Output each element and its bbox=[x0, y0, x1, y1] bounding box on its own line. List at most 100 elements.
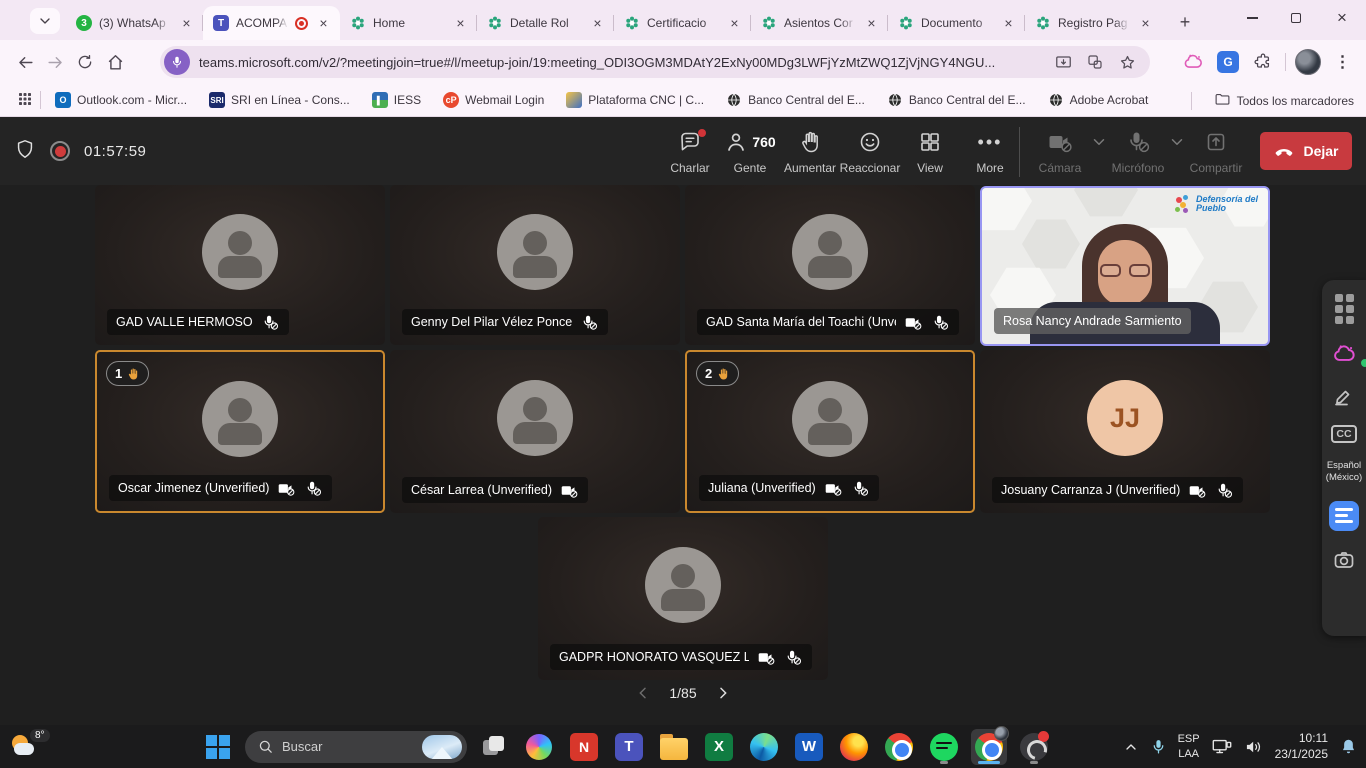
chrome-profile-button-active[interactable] bbox=[971, 729, 1007, 765]
weather-extension-icon[interactable] bbox=[1180, 49, 1206, 75]
copilot-button[interactable] bbox=[521, 729, 557, 765]
home-button[interactable] bbox=[100, 47, 130, 77]
address-bar[interactable]: teams.microsoft.com/v2/?meetingjoin=true… bbox=[160, 46, 1150, 78]
participant-tile[interactable]: GADPR HONORATO VASQUEZ LIC. VI... bbox=[538, 517, 828, 680]
language-indicator[interactable]: ESPLAA bbox=[1178, 732, 1200, 761]
close-icon[interactable]: × bbox=[726, 15, 743, 32]
screenshot-camera-button[interactable] bbox=[1329, 548, 1359, 572]
weather-widget[interactable]: 8° bbox=[10, 729, 50, 761]
bookmark-webmail[interactable]: cPWebmail Login bbox=[443, 92, 544, 108]
url-text[interactable]: teams.microsoft.com/v2/?meetingjoin=true… bbox=[199, 55, 1044, 70]
chrome-button[interactable] bbox=[881, 729, 917, 765]
window-restore-button[interactable] bbox=[1274, 0, 1318, 36]
bookmark-bce-1[interactable]: Banco Central del E... bbox=[726, 92, 865, 108]
obs-button[interactable] bbox=[1016, 729, 1052, 765]
translate-extension-icon[interactable]: G bbox=[1215, 49, 1241, 75]
participant-tile-hand-raised[interactable]: 1 Oscar Jimenez (Unverified) bbox=[95, 350, 385, 513]
highlighter-icon[interactable] bbox=[1329, 384, 1359, 408]
participant-tile-hand-raised[interactable]: 2 Juliana (Unverified) bbox=[685, 350, 975, 513]
react-button[interactable]: Reaccionar bbox=[840, 125, 900, 175]
back-button[interactable] bbox=[10, 47, 40, 77]
view-button[interactable]: View bbox=[900, 125, 960, 175]
mic-in-use-icon[interactable] bbox=[1150, 738, 1167, 755]
mic-button[interactable]: Micrófono bbox=[1108, 125, 1168, 175]
close-icon[interactable]: × bbox=[178, 15, 195, 32]
tray-overflow-chevron[interactable] bbox=[1123, 739, 1139, 755]
bookmark-star-icon[interactable] bbox=[1114, 49, 1140, 75]
transcript-list-button[interactable] bbox=[1329, 501, 1359, 531]
tab-asientos[interactable]: Asientos Cor × bbox=[751, 6, 888, 40]
tab-detalle-rol[interactable]: Detalle Rol × bbox=[477, 6, 614, 40]
share-button[interactable]: Compartir bbox=[1186, 125, 1246, 175]
mic-permission-icon[interactable] bbox=[164, 49, 190, 75]
bookmark-acrobat[interactable]: Adobe Acrobat bbox=[1048, 92, 1149, 108]
volume-icon[interactable] bbox=[1244, 737, 1264, 757]
tab-home[interactable]: Home × bbox=[340, 6, 477, 40]
translate-icon[interactable] bbox=[1082, 49, 1108, 75]
tab-search-button[interactable] bbox=[30, 8, 60, 34]
excel-button[interactable]: X bbox=[701, 729, 737, 765]
close-icon[interactable]: × bbox=[315, 15, 332, 32]
participant-tile[interactable]: César Larrea (Unverified) bbox=[390, 350, 680, 513]
clock[interactable]: 10:1123/1/2025 bbox=[1275, 731, 1328, 762]
apps-grid-icon[interactable] bbox=[16, 90, 34, 111]
camera-options-chevron[interactable] bbox=[1090, 133, 1108, 156]
camera-button[interactable]: Cámara bbox=[1030, 125, 1090, 175]
close-icon[interactable]: × bbox=[1000, 15, 1017, 32]
raise-hand-button[interactable]: Aumentar bbox=[780, 125, 840, 175]
camera-off-icon bbox=[277, 480, 296, 497]
window-close-button[interactable]: × bbox=[1320, 0, 1364, 36]
start-button[interactable] bbox=[200, 729, 236, 765]
bookmark-outlook[interactable]: OOutlook.com - Micr... bbox=[55, 92, 187, 108]
close-icon[interactable]: × bbox=[863, 15, 880, 32]
close-icon[interactable]: × bbox=[589, 15, 606, 32]
taskbar-search[interactable]: Buscar bbox=[245, 731, 467, 763]
next-page-button[interactable] bbox=[715, 685, 731, 701]
captions-button[interactable]: CC bbox=[1329, 425, 1359, 443]
tab-documento[interactable]: Documento × bbox=[888, 6, 1025, 40]
spotify-button[interactable] bbox=[926, 729, 962, 765]
task-view-button[interactable] bbox=[476, 729, 512, 765]
bookmark-iess[interactable]: ▌IESS bbox=[372, 92, 421, 108]
more-button[interactable]: ••• More bbox=[960, 125, 1020, 175]
participant-tile[interactable]: Genny Del Pilar Vélez Ponce bbox=[390, 185, 680, 345]
browser-profile-avatar[interactable] bbox=[1295, 49, 1321, 75]
pdf-app-button[interactable]: N bbox=[566, 729, 602, 765]
window-minimize-button[interactable] bbox=[1230, 0, 1274, 36]
tab-certificacion[interactable]: Certificacio × bbox=[614, 6, 751, 40]
participant-tile[interactable]: GAD Santa María del Toachi (Unverifi... bbox=[685, 185, 975, 345]
new-tab-button[interactable]: + bbox=[1172, 9, 1198, 35]
participant-video-tile-active-speaker[interactable]: Defensoría del Pueblo Rosa Nancy Andrade… bbox=[980, 186, 1270, 346]
edge-button[interactable] bbox=[746, 729, 782, 765]
network-icon[interactable] bbox=[1211, 736, 1233, 758]
bookmark-cnc[interactable]: Plataforma CNC | C... bbox=[566, 92, 704, 108]
leave-button[interactable]: Dejar bbox=[1260, 132, 1352, 170]
participant-tile[interactable]: GAD VALLE HERMOSO bbox=[95, 185, 385, 345]
close-icon[interactable]: × bbox=[452, 15, 469, 32]
people-button[interactable]: 760 Gente bbox=[720, 125, 780, 175]
forward-button[interactable] bbox=[40, 47, 70, 77]
tab-teams-meeting[interactable]: T ACOMPA × bbox=[203, 6, 340, 40]
file-explorer-button[interactable] bbox=[656, 729, 692, 765]
browser-menu-icon[interactable]: ⋮ bbox=[1330, 49, 1356, 75]
chat-button[interactable]: Charlar bbox=[660, 125, 720, 175]
extensions-puzzle-icon[interactable] bbox=[1250, 49, 1276, 75]
teams-app-button[interactable]: T bbox=[611, 729, 647, 765]
bookmark-sri[interactable]: SRISRI en Línea - Cons... bbox=[209, 92, 350, 108]
firefox-button[interactable] bbox=[836, 729, 872, 765]
word-button[interactable]: W bbox=[791, 729, 827, 765]
tab-registro-pag[interactable]: Registro Pag × bbox=[1025, 6, 1162, 40]
mic-options-chevron[interactable] bbox=[1168, 133, 1186, 156]
previous-page-button[interactable] bbox=[635, 685, 651, 701]
close-icon[interactable]: × bbox=[1137, 15, 1154, 32]
bookmark-bce-2[interactable]: Banco Central del E... bbox=[887, 92, 1026, 108]
participant-tile[interactable]: JJ Josuany Carranza J (Unverified) bbox=[980, 350, 1270, 513]
cloud-tool-icon[interactable] bbox=[1329, 341, 1359, 367]
reload-button[interactable] bbox=[70, 47, 100, 77]
all-bookmarks-button[interactable]: Todos los marcadores bbox=[1214, 91, 1354, 111]
search-highlight-image[interactable] bbox=[422, 735, 462, 759]
panel-drag-handle[interactable] bbox=[1329, 294, 1359, 324]
notification-bell-icon[interactable] bbox=[1339, 737, 1358, 756]
cast-icon[interactable] bbox=[1050, 49, 1076, 75]
tab-whatsapp[interactable]: 3 (3) WhatsAp × bbox=[66, 6, 203, 40]
